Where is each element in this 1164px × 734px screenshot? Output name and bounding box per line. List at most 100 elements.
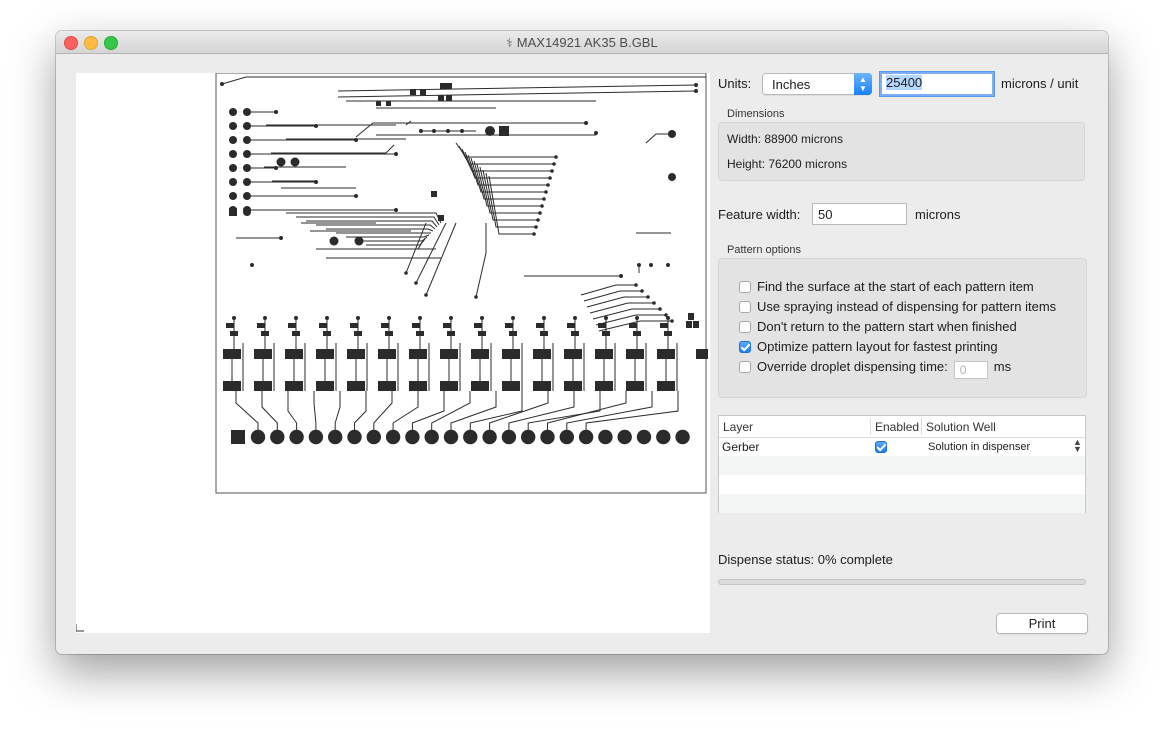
units-select[interactable]: Inches ▲ ▼ <box>762 73 872 95</box>
solution-well-select[interactable]: Solution in dispenser <box>928 441 1030 453</box>
pcb-pad <box>619 274 623 278</box>
pcb-pad <box>446 83 452 89</box>
column-enabled[interactable]: Enabled <box>875 420 919 434</box>
droplet-time-unit: ms <box>993 359 1012 374</box>
option-override-droplet[interactable]: Override droplet dispensing time: 0 ms <box>739 359 1011 379</box>
option-override-droplet-label: Override droplet dispensing time: <box>757 359 948 374</box>
pcb-pad <box>649 263 653 267</box>
override-droplet-checkbox[interactable] <box>739 361 751 373</box>
pcb-pad <box>540 331 548 336</box>
find-surface-checkbox[interactable] <box>739 281 751 293</box>
pcb-pad <box>412 323 420 328</box>
dispense-progress-bar <box>718 579 1086 585</box>
pcb-pad <box>670 319 674 323</box>
pcb-pad <box>263 316 267 320</box>
option-optimize-layout[interactable]: Optimize pattern layout for fastest prin… <box>739 339 998 354</box>
pcb-pad <box>316 349 334 359</box>
title-bar: ⚕ MAX14921 AK35 B.GBL <box>56 31 1108 54</box>
units-selected: Inches <box>772 77 811 92</box>
pcb-pad <box>378 381 396 391</box>
pcb-pad <box>521 429 536 445</box>
pcb-pad <box>696 349 708 359</box>
pcb-pad <box>668 173 676 181</box>
feature-width-label: Feature width: <box>718 207 801 222</box>
pcb-pad <box>223 349 241 359</box>
pcb-pad <box>482 429 497 445</box>
pcb-pad <box>261 331 269 336</box>
pcb-pad <box>460 129 464 133</box>
units-label: Units: <box>718 76 752 91</box>
pcb-pad <box>394 208 398 212</box>
pcb-pad <box>409 381 427 391</box>
pcb-pad <box>559 429 574 445</box>
pcb-trace <box>527 391 601 437</box>
pcb-pad <box>243 208 251 216</box>
pcb-trace <box>356 236 428 242</box>
pcb-pad <box>354 331 362 336</box>
pcb-pad <box>329 236 339 246</box>
pcb-pad <box>666 316 670 320</box>
option-optimize-layout-label: Optimize pattern layout for fastest prin… <box>757 339 998 354</box>
pcb-trace <box>489 391 549 437</box>
pcb-pad <box>443 323 451 328</box>
pcb-trace <box>337 90 697 98</box>
feature-width-input[interactable] <box>812 203 907 225</box>
pcb-pad <box>626 349 644 359</box>
pcb-pad <box>666 263 670 267</box>
pcb-pad <box>502 349 520 359</box>
pcb-preview[interactable] <box>76 73 710 633</box>
pcb-pad <box>505 323 513 328</box>
pcb-pad <box>354 236 364 246</box>
pcb-pad <box>478 331 486 336</box>
pcb-pad <box>499 126 509 136</box>
layer-enabled-checkbox[interactable] <box>875 441 887 453</box>
pcb-pad <box>257 323 265 328</box>
pcb-pad <box>223 381 241 391</box>
pcb-pad <box>387 316 391 320</box>
pcb-pad <box>533 349 551 359</box>
option-find-surface[interactable]: Find the surface at the start of each pa… <box>739 279 1034 294</box>
pcb-pad <box>229 108 237 116</box>
pattern-options-title: Pattern options <box>727 244 801 256</box>
column-layer[interactable]: Layer <box>723 420 753 434</box>
pcb-pad <box>443 429 459 445</box>
print-button[interactable]: Print <box>996 613 1088 634</box>
pcb-trace <box>271 144 395 154</box>
pcb-pad <box>540 204 544 208</box>
option-dont-return[interactable]: Don't return to the pattern start when f… <box>739 319 1017 334</box>
pcb-pad <box>471 349 489 359</box>
pcb-pad <box>381 323 389 328</box>
option-find-surface-label: Find the surface at the start of each pa… <box>757 279 1034 294</box>
table-header: Layer Enabled Solution Well <box>719 416 1085 438</box>
pcb-pad <box>578 429 594 445</box>
microns-per-unit-input[interactable]: 25400 <box>880 72 994 96</box>
pcb-pad <box>668 130 676 138</box>
column-solution-well[interactable]: Solution Well <box>926 420 996 434</box>
pcb-pad <box>485 126 495 136</box>
optimize-layout-checkbox[interactable] <box>739 341 751 353</box>
option-use-spraying[interactable]: Use spraying instead of dispensing for p… <box>739 299 1056 314</box>
pcb-pad <box>250 429 266 445</box>
droplet-time-input[interactable]: 0 <box>953 361 988 379</box>
pcb-pad <box>584 121 588 125</box>
pcb-pad <box>536 323 544 328</box>
pcb-pad <box>536 218 540 222</box>
pcb-pad <box>308 429 324 445</box>
pcb-pad <box>376 101 381 106</box>
dispense-status: Dispense status: 0% complete <box>718 552 893 567</box>
pcb-pad <box>323 331 331 336</box>
pcb-pad <box>328 429 343 445</box>
window-title-text: MAX14921 AK35 B.GBL <box>516 35 658 50</box>
pcb-pad <box>404 271 408 275</box>
pcb-pad <box>567 323 575 328</box>
dont-return-checkbox[interactable] <box>739 321 751 333</box>
pcb-pad <box>410 89 416 95</box>
pcb-pad <box>394 152 398 156</box>
pcb-pad <box>431 191 437 197</box>
pcb-pad <box>501 429 517 445</box>
pcb-pad <box>474 295 478 299</box>
pcb-pad <box>314 180 318 184</box>
table-row[interactable]: Gerber Solution in dispenser ▲ ▼ <box>719 437 1085 456</box>
use-spraying-checkbox[interactable] <box>739 301 751 313</box>
pcb-pad <box>438 215 444 221</box>
